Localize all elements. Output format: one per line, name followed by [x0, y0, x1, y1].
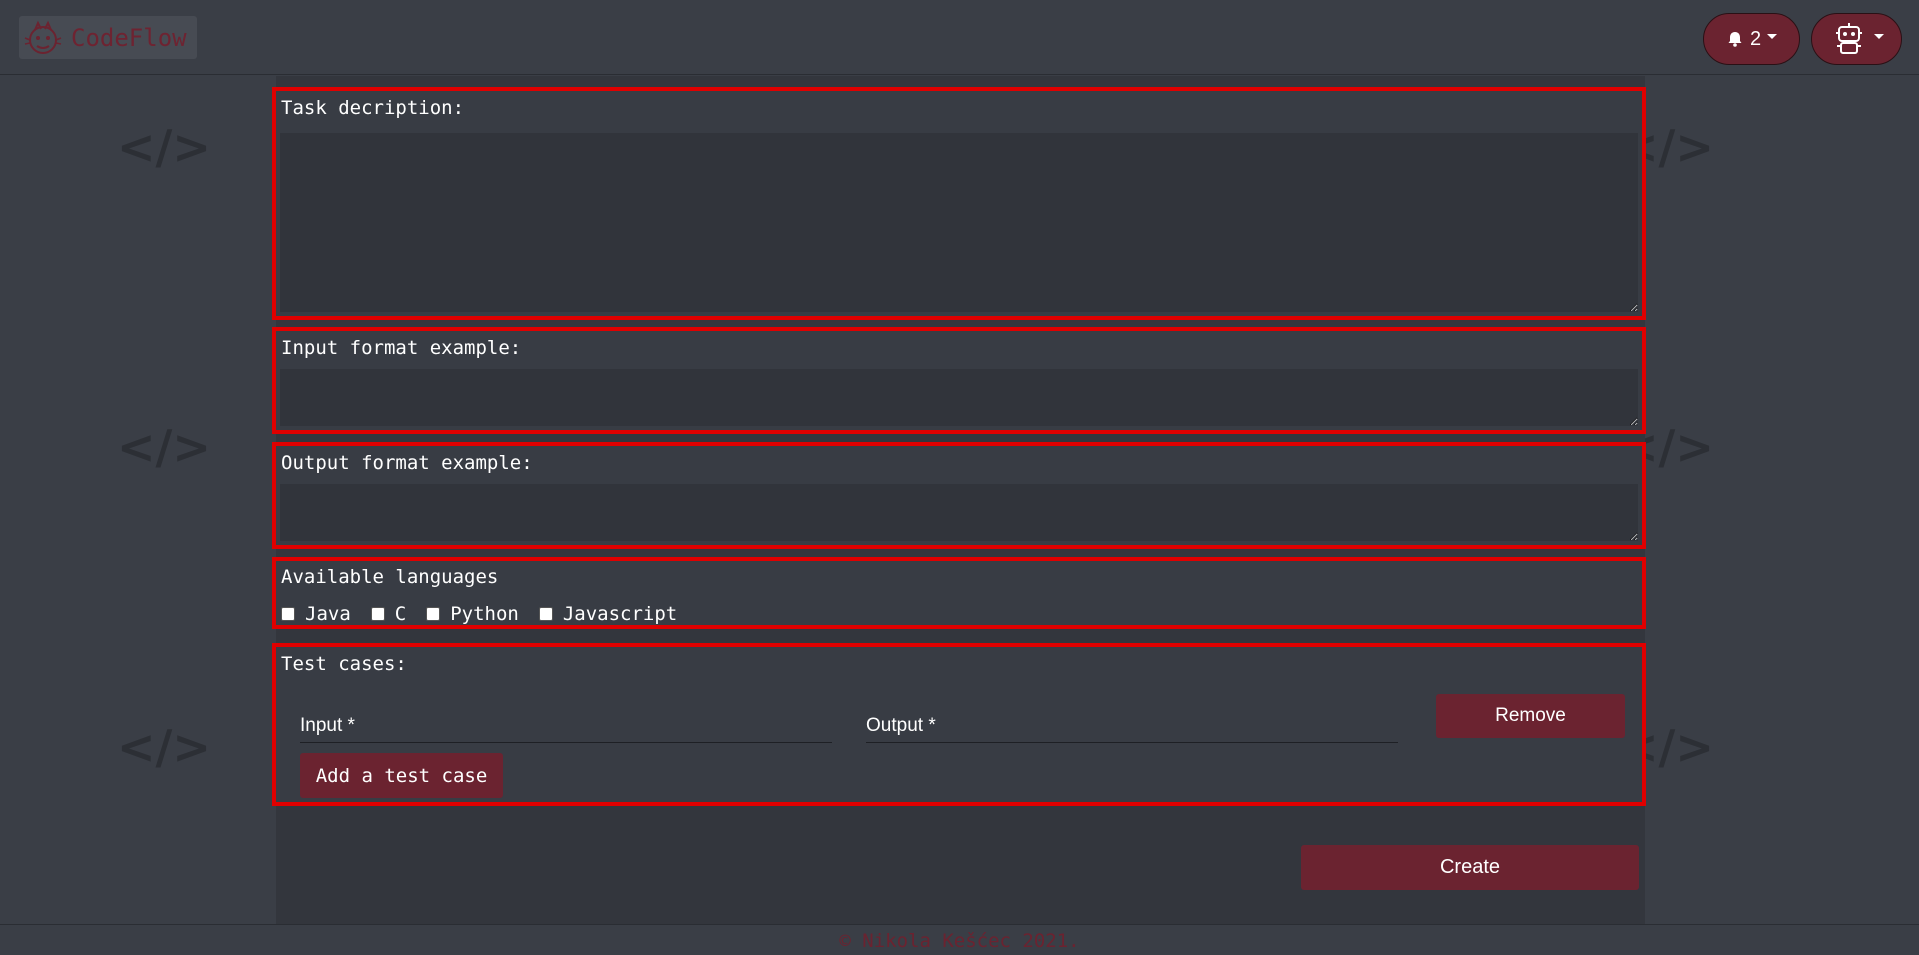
notifications-dropdown[interactable]: 2: [1703, 13, 1800, 65]
python-checkbox[interactable]: [426, 607, 441, 621]
language-option-c[interactable]: C: [370, 603, 407, 625]
language-label: Python: [450, 603, 519, 625]
language-option-javascript[interactable]: Javascript: [538, 603, 678, 625]
task-description-label: Task decription:: [281, 97, 465, 119]
output-format-label: Output format example:: [281, 452, 533, 474]
tiger-logo-icon: [24, 20, 62, 54]
notification-count: 2: [1749, 27, 1762, 50]
test-cases-label: Test cases:: [281, 653, 407, 675]
navbar: CodeFlow 2: [0, 0, 1919, 75]
brand-name: CodeFlow: [71, 23, 187, 52]
javascript-checkbox[interactable]: [538, 607, 553, 621]
task-description-section: Task decription:: [272, 87, 1646, 320]
test-cases-section: Test cases: Input * Output * Remove Add …: [272, 643, 1646, 806]
input-format-section: Input format example:: [272, 327, 1646, 434]
test-case-output-field[interactable]: Output *: [866, 707, 1398, 743]
add-test-case-button[interactable]: Add a test case: [300, 753, 503, 798]
remove-test-case-button[interactable]: Remove: [1436, 694, 1625, 738]
language-option-java[interactable]: Java: [281, 603, 351, 625]
chevron-down-icon: [1873, 33, 1884, 39]
language-label: Javascript: [562, 603, 678, 625]
create-button[interactable]: Create: [1301, 845, 1639, 890]
java-checkbox[interactable]: [281, 607, 295, 621]
available-languages-section: Available languages Java C Python Javasc…: [272, 557, 1646, 629]
task-description-textarea[interactable]: [280, 133, 1638, 312]
language-label: C: [394, 603, 407, 625]
chevron-down-icon: [1767, 33, 1778, 39]
c-checkbox[interactable]: [370, 607, 385, 621]
test-case-input-field[interactable]: Input *: [300, 707, 832, 743]
available-languages-label: Available languages: [281, 566, 499, 588]
output-format-section: Output format example:: [272, 442, 1646, 549]
brand-link[interactable]: CodeFlow: [19, 16, 197, 59]
code-glyph-icon: </>: [117, 420, 211, 474]
language-options: Java C Python Javascript: [281, 603, 697, 625]
user-menu-dropdown[interactable]: [1811, 13, 1902, 65]
code-glyph-icon: </>: [117, 720, 211, 774]
input-format-textarea[interactable]: [280, 369, 1638, 426]
language-option-python[interactable]: Python: [426, 603, 519, 625]
language-label: Java: [305, 603, 351, 625]
input-format-label: Input format example:: [281, 337, 522, 359]
output-format-textarea[interactable]: [280, 484, 1638, 541]
code-glyph-icon: </>: [117, 120, 211, 174]
footer-copyright: © Nikola Kešćec 2021.: [0, 924, 1919, 955]
bell-icon: [1728, 32, 1742, 47]
robot-avatar-icon: [1835, 23, 1862, 54]
